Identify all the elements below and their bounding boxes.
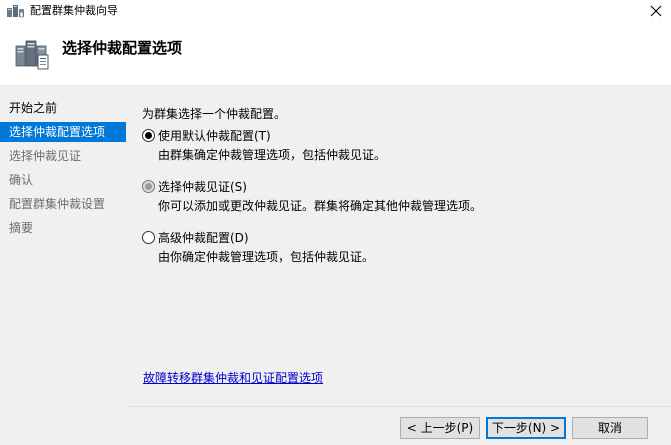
quorum-help-link[interactable]: 故障转移群集仲裁和见证配置选项 (143, 369, 323, 386)
option-default-quorum-label[interactable]: 使用默认仲裁配置(T) (158, 128, 271, 144)
title-bar: 配置群集仲裁向导 (0, 0, 671, 22)
wizard-footer: < 上一步(P) 下一步(N) > 取消 (126, 406, 671, 445)
wizard-steps: 开始之前 选择仲裁配置选项 选择仲裁见证 确认 配置群集仲裁设置 摘要 (0, 86, 126, 445)
step-select-quorum-witness[interactable]: 选择仲裁见证 (0, 146, 126, 166)
close-button[interactable] (645, 0, 667, 22)
radio-advanced-quorum[interactable] (142, 231, 155, 244)
window-title: 配置群集仲裁向导 (30, 4, 118, 17)
step-before-you-begin[interactable]: 开始之前 (0, 98, 126, 118)
option-advanced-quorum-label[interactable]: 高级仲裁配置(D) (158, 230, 249, 246)
step-confirmation[interactable]: 确认 (0, 170, 126, 190)
cluster-servers-icon (14, 38, 50, 72)
option-select-witness-description: 你可以添加或更改仲裁见证。群集将确定其他仲裁管理选项。 (158, 199, 483, 213)
back-button[interactable]: < 上一步(P) (400, 417, 480, 439)
main-panel: 为群集选择一个仲裁配置。 使用默认仲裁配置(T) 由群集确定仲裁管理选项，包括仲… (126, 86, 671, 406)
instruction-text: 为群集选择一个仲裁配置。 (142, 107, 287, 121)
cancel-button[interactable]: 取消 (572, 417, 648, 439)
radio-default-quorum[interactable] (142, 129, 155, 142)
step-summary[interactable]: 摘要 (0, 218, 126, 238)
next-button[interactable]: 下一步(N) > (486, 417, 566, 439)
option-select-witness-label[interactable]: 选择仲裁见证(S) (158, 179, 247, 195)
close-icon (650, 5, 662, 17)
step-select-quorum-option[interactable]: 选择仲裁配置选项 (0, 122, 126, 142)
option-default-quorum-description: 由群集确定仲裁管理选项，包括仲裁见证。 (158, 148, 387, 162)
option-advanced-quorum-description: 由你确定仲裁管理选项，包括仲裁见证。 (158, 250, 375, 264)
cluster-wizard-icon (7, 4, 24, 18)
page-title: 选择仲裁配置选项 (62, 39, 183, 57)
wizard-header: 选择仲裁配置选项 (0, 22, 671, 86)
radio-select-witness[interactable] (142, 180, 155, 193)
step-configure-quorum-settings[interactable]: 配置群集仲裁设置 (0, 194, 126, 214)
